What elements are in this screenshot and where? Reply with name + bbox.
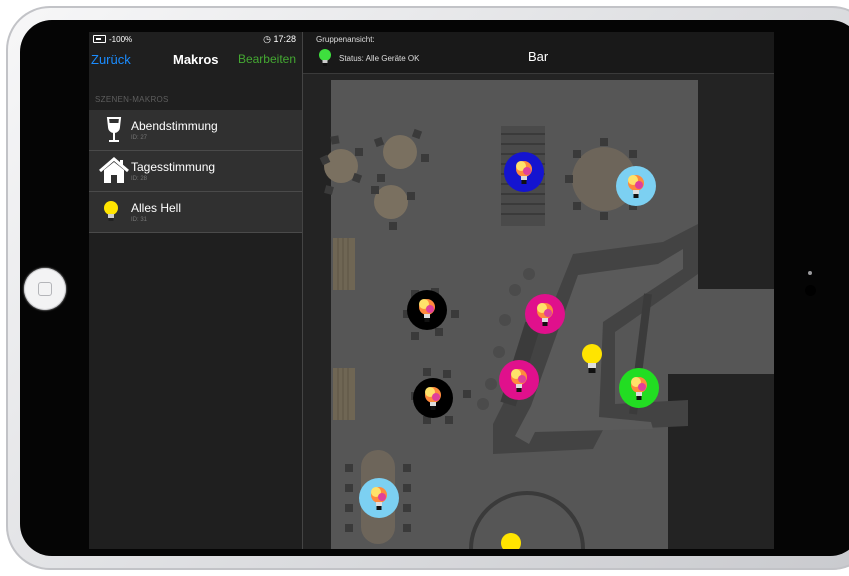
macro-name: Tagesstimmung bbox=[131, 160, 216, 174]
macro-id: ID: 27 bbox=[131, 135, 148, 141]
wine-glass-icon bbox=[106, 117, 122, 142]
home-square-icon bbox=[38, 282, 52, 296]
home-button[interactable] bbox=[24, 268, 66, 310]
yellow-bulb-icon bbox=[582, 344, 602, 373]
lamp-lightblue-bottom[interactable] bbox=[359, 478, 399, 518]
macro-name: Alles Hell bbox=[131, 201, 182, 215]
clock: ◷ 17:28 bbox=[263, 34, 296, 45]
macro-id: ID: 28 bbox=[131, 176, 148, 182]
group-view-label: Gruppenansicht: bbox=[316, 35, 375, 44]
macro-name: Abendstimmung bbox=[131, 119, 218, 133]
lamp-blue-top[interactable] bbox=[504, 152, 544, 192]
battery-level: -100% bbox=[109, 35, 133, 44]
panel-title: Makros bbox=[173, 52, 219, 67]
nav-bar: Zurück Makros Bearbeiten bbox=[89, 48, 302, 72]
edit-button[interactable]: Bearbeiten bbox=[238, 52, 296, 66]
clock-icon: ◷ bbox=[263, 34, 271, 44]
house-icon bbox=[99, 157, 129, 183]
lamp-black-2[interactable] bbox=[413, 378, 453, 418]
section-header: SZENEN-MAKROS bbox=[95, 95, 169, 104]
macros-panel: -100% ◷ 17:28 Zurück Makros Bearbeiten S… bbox=[89, 32, 303, 549]
lamp-yellow-bottom[interactable] bbox=[499, 532, 523, 549]
yellow-bulb-icon bbox=[501, 533, 521, 549]
status-bulb-icon bbox=[319, 49, 331, 66]
lamp-black-1[interactable] bbox=[407, 290, 447, 330]
yellow-bulb-icon bbox=[104, 201, 118, 221]
battery-icon bbox=[93, 35, 106, 43]
back-button[interactable]: Zurück bbox=[91, 52, 131, 67]
lamp-magenta-2[interactable] bbox=[499, 360, 539, 400]
macro-item-abendstimmung[interactable]: Abendstimmung ID: 27 bbox=[89, 110, 302, 151]
lamp-yellow-1[interactable] bbox=[580, 343, 604, 375]
app-screen: -100% ◷ 17:28 Zurück Makros Bearbeiten S… bbox=[89, 32, 774, 549]
camera-icon bbox=[805, 285, 816, 296]
clock-time: 17:28 bbox=[273, 34, 296, 44]
lamp-green[interactable] bbox=[619, 368, 659, 408]
macro-item-alles-hell[interactable]: Alles Hell ID: 31 bbox=[89, 192, 302, 233]
macro-item-tagesstimmung[interactable]: Tagesstimmung ID: 28 bbox=[89, 151, 302, 192]
status-bar: -100% ◷ 17:28 bbox=[89, 32, 302, 46]
group-title: Bar bbox=[528, 49, 549, 64]
lamp-lightblue-top-right[interactable] bbox=[616, 166, 656, 206]
status-text: Status: Alle Geräte OK bbox=[339, 54, 420, 63]
group-view-panel: Gruppenansicht: Status: Alle Geräte OK B… bbox=[303, 32, 774, 549]
lamp-magenta-1[interactable] bbox=[525, 294, 565, 334]
macro-list: Abendstimmung ID: 27 Tagesstimmung ID: 2… bbox=[89, 110, 302, 233]
macro-id: ID: 31 bbox=[131, 217, 148, 223]
sensor-dot bbox=[808, 271, 812, 275]
floor-plan bbox=[303, 74, 774, 549]
group-header: Gruppenansicht: Status: Alle Geräte OK B… bbox=[303, 32, 774, 74]
